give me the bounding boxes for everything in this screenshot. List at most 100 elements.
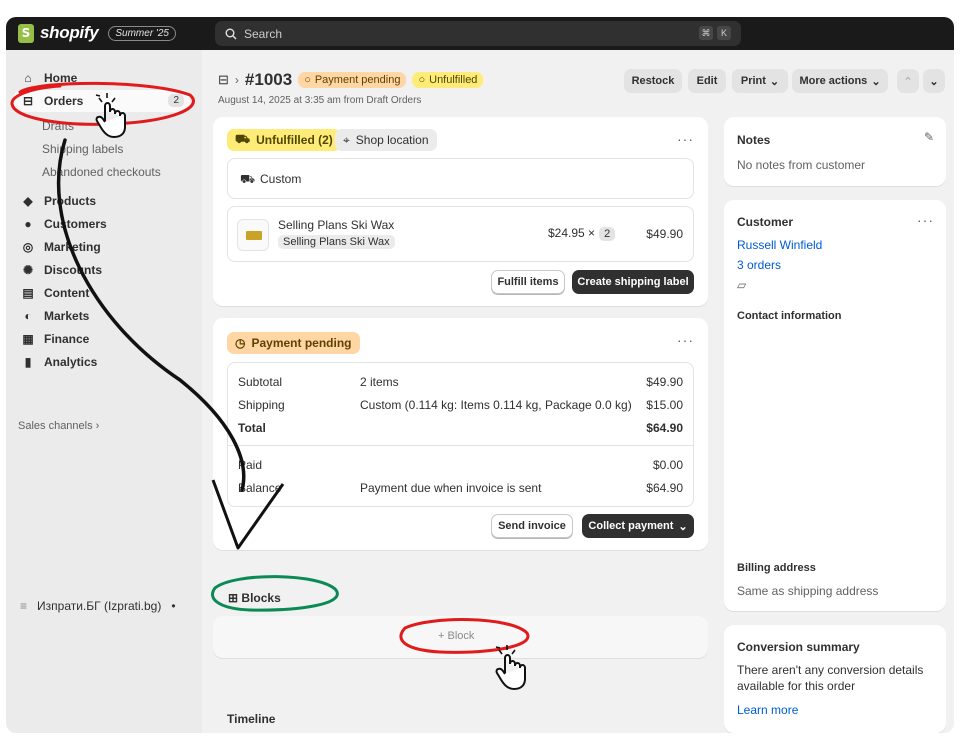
clock-icon: ○ bbox=[304, 74, 311, 86]
unfulfilled-badge: ⛟ Unfulfilled (2) bbox=[227, 129, 341, 151]
customer-heading: Customer bbox=[737, 215, 794, 229]
fulfillment-status-badge: ○ Unfulfilled bbox=[412, 72, 484, 88]
top-bar: S shopify Summer '25 Search ⌘ K bbox=[6, 17, 954, 50]
product-thumbnail[interactable] bbox=[237, 219, 269, 251]
blocks-card: + Block bbox=[213, 616, 708, 658]
more-options-icon[interactable]: ··· bbox=[677, 332, 694, 348]
restock-button[interactable]: Restock bbox=[624, 69, 682, 93]
admin-window: S shopify Summer '25 Search ⌘ K ⌂ Home ⊟ O… bbox=[6, 17, 954, 733]
sidebar-subitem-shipping-labels[interactable]: Shipping labels bbox=[42, 142, 123, 156]
sidebar-subitem-abandoned-checkouts[interactable]: Abandoned checkouts bbox=[42, 165, 161, 179]
shopify-logo[interactable]: S shopify Summer '25 bbox=[18, 23, 176, 43]
inbox-icon: ⊟ bbox=[22, 94, 34, 108]
customer-orders-link[interactable]: 3 orders bbox=[737, 258, 781, 272]
line-item: Selling Plans Ski Wax Selling Plans Ski … bbox=[227, 206, 694, 262]
discount-icon: ✺ bbox=[22, 263, 34, 277]
unfulfilled-icon: ⛟ bbox=[235, 132, 251, 146]
sidebar-app-izprati[interactable]: ≡ Изпрати.БГ (Izprati.bg) • bbox=[20, 599, 176, 613]
chevron-down-icon: ⌄ bbox=[871, 75, 881, 88]
edit-button[interactable]: Edit bbox=[688, 69, 726, 93]
payment-divider bbox=[228, 445, 693, 446]
person-icon: ● bbox=[24, 217, 32, 231]
globe-icon: ◐ bbox=[24, 309, 32, 323]
product-title[interactable]: Selling Plans Ski Wax bbox=[278, 218, 394, 232]
orders-count-badge: 2 bbox=[168, 94, 184, 107]
create-shipping-label-button[interactable]: Create shipping label bbox=[572, 270, 694, 294]
sidebar-item-content[interactable]: ▤ Content bbox=[14, 282, 190, 304]
search-icon bbox=[225, 28, 237, 39]
sidebar-item-customers[interactable]: ● Customers bbox=[14, 213, 190, 235]
conversion-text-line2: available for this order bbox=[737, 679, 856, 693]
print-button[interactable]: Print ⌄ bbox=[732, 69, 788, 93]
learn-more-link[interactable]: Learn more bbox=[737, 703, 798, 717]
notes-empty: No notes from customer bbox=[737, 158, 866, 172]
target-icon: ◎ bbox=[22, 240, 34, 254]
total-label: Total bbox=[238, 421, 266, 435]
quantity-badge: 2 bbox=[599, 227, 616, 241]
orders-inbox-icon[interactable]: ⊟ bbox=[218, 72, 229, 88]
unit-price: $24.95 × 2 bbox=[548, 226, 616, 241]
total-amount: $64.90 bbox=[646, 421, 683, 435]
order-date: August 14, 2025 at 3:35 am from Draft Or… bbox=[218, 95, 422, 106]
delivery-method-box: ⛟ Custom bbox=[227, 158, 694, 199]
notes-card: Notes ✎ No notes from customer bbox=[724, 117, 946, 186]
more-options-icon[interactable]: ··· bbox=[677, 131, 694, 147]
fulfillment-card: ⛟ Unfulfilled (2) ⌖ Shop location ··· ⛟ Cu… bbox=[213, 117, 708, 306]
line-total: $49.90 bbox=[646, 227, 683, 241]
more-actions-button[interactable]: More actions ⌄ bbox=[792, 69, 888, 93]
balance-detail: Payment due when invoice is sent bbox=[360, 481, 542, 495]
sidebar-item-orders[interactable]: ⊟ Orders 2 bbox=[14, 90, 190, 112]
sidebar-subitem-drafts[interactable]: Drafts bbox=[42, 119, 74, 133]
subtotal-label: Subtotal bbox=[238, 375, 283, 389]
sidebar: ⌂ Home ⊟ Orders 2 Drafts Shipping labels Ab… bbox=[6, 50, 202, 733]
sidebar-item-markets[interactable]: ◐ Markets bbox=[14, 305, 190, 327]
location-pin-icon: ⌖ bbox=[343, 132, 350, 147]
tag-icon: ◆ bbox=[23, 194, 33, 208]
send-invoice-button[interactable]: Send invoice bbox=[491, 514, 573, 538]
notes-heading: Notes bbox=[737, 133, 771, 147]
sidebar-item-discounts[interactable]: ✺ Discounts bbox=[14, 259, 190, 281]
search-input[interactable]: Search ⌘ K bbox=[215, 21, 741, 46]
order-header: ⊟ › #1003 ○ Payment pending ○ Unfulfilled bbox=[218, 70, 484, 90]
edit-pencil-icon[interactable]: ✎ bbox=[924, 130, 934, 144]
conversion-card: Conversion summary There aren't any conv… bbox=[724, 625, 946, 733]
more-options-icon[interactable]: ··· bbox=[917, 212, 934, 228]
customer-note-icon: ▱ bbox=[737, 278, 747, 292]
customer-card: Customer ··· Russell Winfield 3 orders ▱… bbox=[724, 200, 946, 611]
bank-icon: ▦ bbox=[22, 332, 34, 346]
fulfill-items-button[interactable]: Fulfill items bbox=[491, 270, 565, 294]
order-number: #1003 bbox=[244, 70, 293, 89]
shipping-label: Shipping bbox=[238, 398, 285, 412]
contact-info-heading: Contact information bbox=[737, 310, 842, 322]
brand-name: shopify bbox=[40, 23, 99, 42]
sidebar-item-products[interactable]: ◆ Products bbox=[14, 190, 190, 212]
sidebar-item-finance[interactable]: ▦ Finance bbox=[14, 328, 190, 350]
payment-status-badge: ○ Payment pending bbox=[298, 72, 407, 88]
sidebar-item-analytics[interactable]: ▮ Analytics bbox=[14, 351, 190, 373]
payment-pending-badge: ◷ Payment pending bbox=[227, 332, 360, 354]
search-placeholder: Search bbox=[244, 26, 283, 41]
previous-order-button[interactable]: ⌃ bbox=[897, 69, 919, 93]
clock-icon: ◷ bbox=[235, 336, 246, 350]
shipping-detail: Custom (0.114 kg: Items 0.114 kg, Packag… bbox=[360, 398, 632, 412]
sidebar-item-marketing[interactable]: ◎ Marketing bbox=[14, 236, 190, 258]
conversion-heading: Conversion summary bbox=[737, 640, 860, 654]
circle-icon: ○ bbox=[418, 74, 426, 86]
customer-name-link[interactable]: Russell Winfield bbox=[737, 238, 822, 252]
paid-amount: $0.00 bbox=[652, 458, 683, 472]
app-icon: ≡ bbox=[20, 599, 28, 613]
subtotal-detail: 2 items bbox=[360, 375, 399, 389]
timeline-heading: Timeline bbox=[227, 712, 276, 726]
add-block-button[interactable]: + Block bbox=[438, 630, 474, 642]
next-order-button[interactable]: ⌄ bbox=[923, 69, 945, 93]
content-icon: ▤ bbox=[22, 286, 34, 300]
billing-heading: Billing address bbox=[737, 562, 816, 574]
payment-summary-box: Subtotal 2 items $49.90 Shipping Custom … bbox=[227, 362, 694, 507]
shipping-amount: $15.00 bbox=[646, 398, 683, 412]
conversion-text-line1: There aren't any conversion details bbox=[737, 663, 924, 677]
sidebar-item-home[interactable]: ⌂ Home bbox=[14, 67, 190, 89]
payment-card: ◷ Payment pending ··· Subtotal 2 items $4… bbox=[213, 318, 708, 550]
collect-payment-button[interactable]: Collect payment ⌄ bbox=[582, 514, 694, 538]
balance-amount: $64.90 bbox=[646, 481, 683, 495]
sales-channels-link[interactable]: Sales channels › bbox=[18, 420, 99, 432]
